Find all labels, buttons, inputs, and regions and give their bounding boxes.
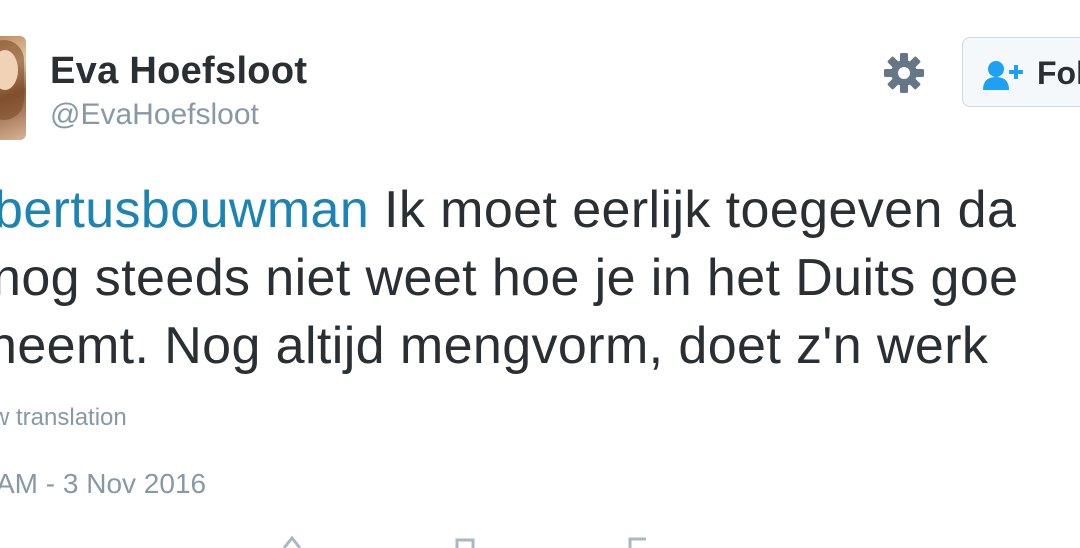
avatar[interactable] bbox=[0, 36, 26, 140]
tweet-text-line-3: neemt. Nog altijd mengvorm, doet z'n wer… bbox=[0, 317, 989, 375]
tweet-text-line-1: bertusbouwman Ik moet eerlijk toegeven d… bbox=[0, 178, 1016, 242]
retweet-icon[interactable] bbox=[455, 536, 475, 548]
tweet-text-segment: Ik moet eerlijk toegeven da bbox=[369, 181, 1017, 239]
tweet-text-line-2: nog steeds niet weet hoe je in het Duits… bbox=[0, 249, 1019, 307]
mention-link[interactable]: bertusbouwman bbox=[0, 181, 369, 239]
display-name[interactable]: Eva Hoefsloot bbox=[50, 50, 307, 93]
like-icon[interactable] bbox=[628, 536, 648, 548]
follow-button-label: Fol bbox=[1037, 55, 1080, 91]
gear-icon[interactable] bbox=[883, 52, 925, 94]
reply-icon[interactable] bbox=[282, 536, 302, 548]
view-translation-link[interactable]: w translation bbox=[0, 404, 127, 432]
user-handle[interactable]: @EvaHoefsloot bbox=[50, 98, 259, 132]
follow-button[interactable]: Fol bbox=[962, 37, 1080, 107]
user-plus-icon bbox=[983, 61, 1023, 90]
tweet-timestamp[interactable]: AM - 3 Nov 2016 bbox=[0, 468, 206, 500]
